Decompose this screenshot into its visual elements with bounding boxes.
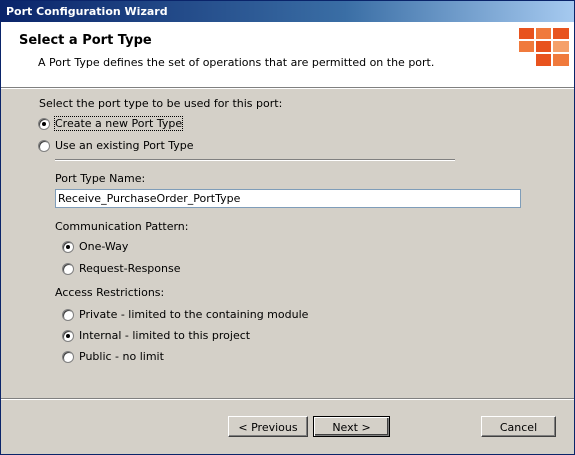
radio-label: Request-Response <box>79 262 181 275</box>
footer-separator <box>1 398 574 400</box>
page-description: A Port Type defines the set of operation… <box>38 56 435 69</box>
communication-pattern-label: Communication Pattern: <box>55 220 189 233</box>
next-button-label: Next > <box>332 421 371 434</box>
port-type-prompt: Select the port type to be used for this… <box>39 97 283 110</box>
access-restrictions-label: Access Restrictions: <box>55 286 165 299</box>
radio-button-icon[interactable] <box>38 140 50 152</box>
title-bar[interactable]: Port Configuration Wizard <box>1 1 574 22</box>
radio-button-icon[interactable] <box>62 263 74 275</box>
radio-label: Public - no limit <box>79 350 164 363</box>
radio-label: Create a new Port Type <box>53 116 184 131</box>
wizard-header: Select a Port Type A Port Type defines t… <box>1 22 574 87</box>
previous-button[interactable]: < Previous <box>228 416 308 437</box>
radio-button-icon[interactable] <box>62 309 74 321</box>
previous-button-label: < Previous <box>238 421 298 434</box>
page-title: Select a Port Type <box>19 33 152 48</box>
header-separator <box>1 87 574 89</box>
wizard-window: Port Configuration Wizard Select a Port … <box>0 0 575 455</box>
port-type-name-input[interactable]: Receive_PurchaseOrder_PortType <box>55 189 521 208</box>
radio-label: Internal - limited to this project <box>79 329 251 342</box>
radio-button-icon[interactable] <box>38 118 50 130</box>
radio-label: Use an existing Port Type <box>55 139 194 152</box>
radio-label: Private - limited to the containing modu… <box>79 308 309 321</box>
cancel-button-label: Cancel <box>499 421 538 434</box>
radio-label: One-Way <box>79 240 129 253</box>
port-type-name-label: Port Type Name: <box>55 172 146 185</box>
cancel-button[interactable]: Cancel <box>481 416 556 437</box>
next-button[interactable]: Next > <box>313 416 390 437</box>
window-title: Port Configuration Wizard <box>6 5 168 18</box>
wizard-logo-icon <box>519 28 569 66</box>
group-divider <box>55 159 455 161</box>
radio-button-icon[interactable] <box>62 351 74 363</box>
radio-button-icon[interactable] <box>62 330 74 342</box>
radio-button-icon[interactable] <box>62 241 74 253</box>
